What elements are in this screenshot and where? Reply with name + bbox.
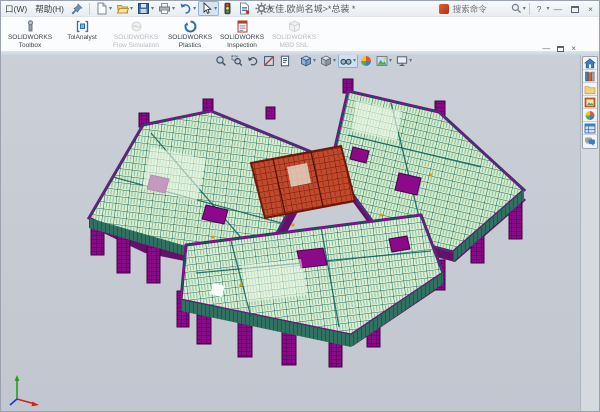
custom-properties-button[interactable] xyxy=(583,122,597,135)
tab-solidworks-plastics[interactable]: SOLIDWORKS Plastics xyxy=(164,17,216,49)
plastics-icon xyxy=(184,20,197,33)
quick-access-toolbar: ▾ ▾ ▾ ▾ ▾ ▾ xyxy=(93,1,274,16)
menu-help[interactable]: 帮助(H) xyxy=(31,3,68,15)
tab-tolanalyst[interactable]: TolAnalyst xyxy=(56,17,108,42)
flow-simulation-icon xyxy=(130,20,143,33)
headsup-view-toolbar: ▾ ▾ ▾ ▾ ▾ xyxy=(213,54,414,68)
tab-label: SOLIDWORKS Inspection xyxy=(220,34,264,49)
toolbox-icon xyxy=(24,20,37,33)
tab-label: SOLIDWORKS MBD SNL xyxy=(272,34,316,49)
print-button[interactable]: ▾ xyxy=(156,1,177,16)
chevron-down-icon: ▾ xyxy=(193,6,196,12)
chevron-down-icon[interactable]: ▾ xyxy=(523,6,526,12)
formwork-model xyxy=(1,55,600,412)
doc-restore-button[interactable] xyxy=(557,46,564,52)
search-icon[interactable] xyxy=(511,3,522,16)
chevron-down-icon: ▾ xyxy=(109,6,112,12)
pin-icon[interactable] xyxy=(71,3,83,15)
menu-bar: 口(W) 帮助(H) ▾ ▾ ▾ ▾ ▾ xyxy=(1,1,599,17)
task-pane xyxy=(580,51,599,411)
minimize-button[interactable]: — xyxy=(550,1,567,17)
chevron-down-icon[interactable]: ▾ xyxy=(313,58,316,64)
apply-scene-button[interactable]: ▾ xyxy=(374,54,394,68)
view-palette-button[interactable] xyxy=(583,96,597,109)
tab-label: TolAnalyst xyxy=(67,34,97,41)
search-input[interactable] xyxy=(453,4,511,14)
chevron-down-icon[interactable]: ▾ xyxy=(409,58,412,64)
mbd-icon xyxy=(288,20,301,33)
solidworks-logo-icon xyxy=(439,4,449,14)
appearances-button[interactable] xyxy=(583,109,597,122)
section-view-button[interactable] xyxy=(261,54,277,68)
inspection-icon xyxy=(236,20,249,33)
doc-close-button[interactable]: × xyxy=(568,44,579,54)
coordinate-triad xyxy=(10,375,39,406)
doc-minimize-button[interactable]: — xyxy=(539,44,553,54)
undo-button[interactable]: ▾ xyxy=(177,1,198,16)
design-library-button[interactable] xyxy=(583,70,597,83)
task-pane-tabs xyxy=(582,56,598,149)
tab-label: SOLIDWORKS Plastics xyxy=(168,34,212,49)
command-manager-strip xyxy=(1,51,599,55)
open-file-button[interactable]: ▾ xyxy=(114,1,135,16)
solidworks-forum-button[interactable] xyxy=(583,135,597,148)
chevron-down-icon: ▾ xyxy=(151,6,154,12)
help-button[interactable]: ? xyxy=(533,1,546,17)
chevron-down-icon: ▾ xyxy=(214,6,217,12)
rebuild-button[interactable] xyxy=(219,1,236,16)
tab-solidworks-mbd-snl[interactable]: SOLIDWORKS MBD SNL xyxy=(268,17,320,49)
previous-view-button[interactable] xyxy=(245,54,261,68)
hide-show-items-button[interactable]: ▾ xyxy=(338,54,358,68)
restore-button[interactable] xyxy=(571,6,579,13)
chevron-down-icon: ▾ xyxy=(172,6,175,12)
separator xyxy=(89,3,90,15)
separator xyxy=(529,3,530,15)
save-button[interactable]: ▾ xyxy=(135,1,156,16)
graphics-area[interactable]: ▾ ▾ ▾ ▾ ▾ xyxy=(1,51,599,411)
annotation-view-button[interactable] xyxy=(277,54,293,68)
file-explorer-button[interactable] xyxy=(583,83,597,96)
solidworks-window: 口(W) 帮助(H) ▾ ▾ ▾ ▾ ▾ xyxy=(0,0,600,412)
command-search[interactable]: ▾ xyxy=(453,3,526,16)
close-button[interactable]: × xyxy=(584,1,597,17)
document-title: 友佳.欧尚名城>*总装 * xyxy=(266,1,355,17)
tab-solidworks-inspection[interactable]: SOLIDWORKS Inspection xyxy=(216,17,268,49)
new-file-button[interactable]: ▾ xyxy=(93,1,114,16)
tab-solidworks-flow-simulation[interactable]: SOLIDWORKS Flow Simulation xyxy=(108,17,164,49)
chevron-down-icon[interactable]: ▾ xyxy=(333,58,336,64)
titlebar-right: ▾ ? ▾ — × xyxy=(439,1,597,17)
display-style-button[interactable]: ▾ xyxy=(318,54,338,68)
chevron-down-icon[interactable]: ▾ xyxy=(353,58,356,64)
select-button[interactable]: ▾ xyxy=(198,1,219,16)
zoom-to-area-button[interactable] xyxy=(229,54,245,68)
solidworks-resources-button[interactable] xyxy=(583,57,597,70)
chevron-down-icon[interactable]: ▾ xyxy=(389,58,392,64)
zoom-to-fit-button[interactable] xyxy=(213,54,229,68)
tolanalyst-icon xyxy=(76,20,89,33)
file-properties-button[interactable] xyxy=(236,1,253,16)
tab-label: SOLIDWORKS Flow Simulation xyxy=(113,34,159,49)
command-manager: SOLIDWORKS Toolbox TolAnalyst SOLIDWORKS… xyxy=(1,17,599,51)
edit-appearance-button[interactable] xyxy=(358,54,374,68)
tab-label: SOLIDWORKS Toolbox xyxy=(8,34,52,49)
view-settings-button[interactable]: ▾ xyxy=(394,54,414,68)
view-orientation-button[interactable]: ▾ xyxy=(298,54,318,68)
document-window-controls: — × xyxy=(539,44,579,54)
chevron-down-icon: ▾ xyxy=(130,6,133,12)
tab-solidworks-toolbox[interactable]: SOLIDWORKS Toolbox xyxy=(4,17,56,49)
menu-window[interactable]: 口(W) xyxy=(1,3,31,15)
